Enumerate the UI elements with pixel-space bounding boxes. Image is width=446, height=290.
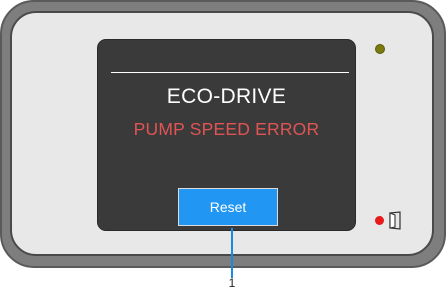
title-divider: [111, 72, 349, 73]
status-led-icon: [375, 44, 385, 54]
error-message: PUMP SPEED ERROR: [133, 119, 320, 139]
screen-title: ECO-DRIVE: [166, 85, 287, 108]
alarm-led-icon: [375, 216, 384, 225]
door-icon: [389, 211, 401, 230]
callout-number: 1: [228, 276, 236, 290]
stage: ECO-DRIVE PUMP SPEED ERROR Reset 1: [0, 0, 446, 290]
reset-button[interactable]: Reset: [178, 188, 278, 226]
callout-line: [231, 228, 233, 278]
